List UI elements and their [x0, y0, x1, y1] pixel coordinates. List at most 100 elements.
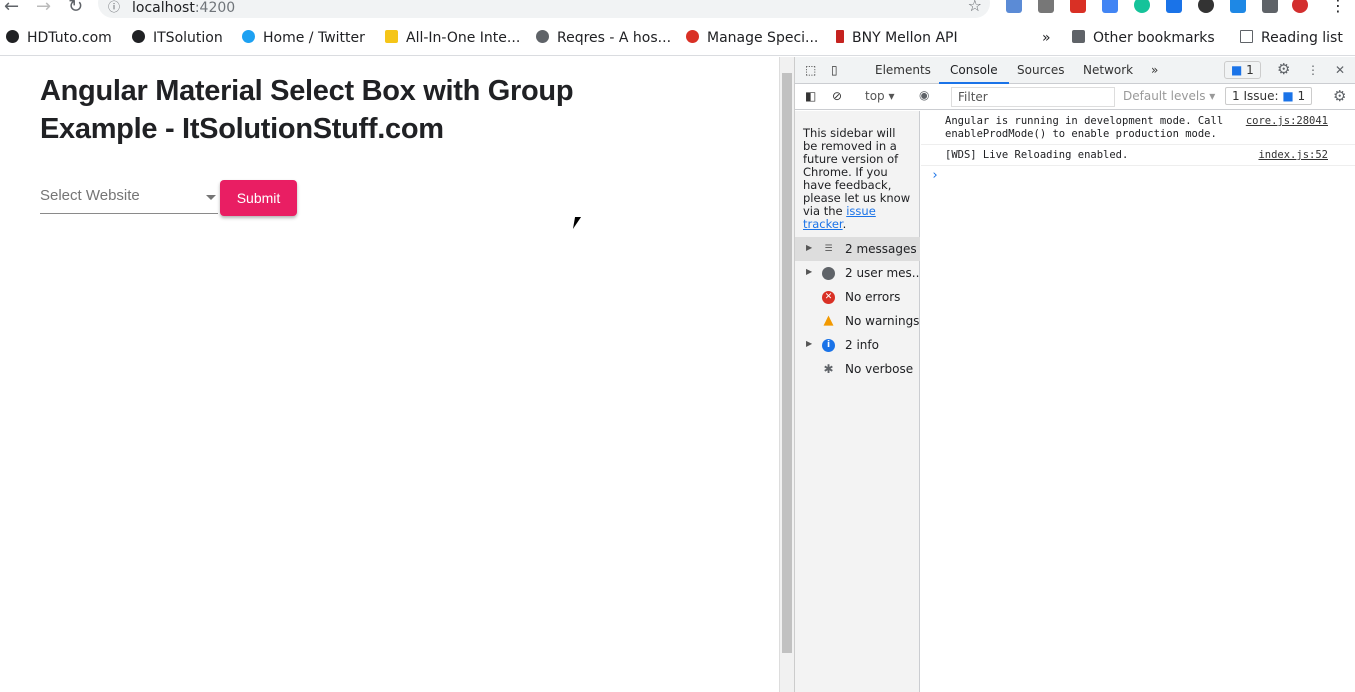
error-icon: ✕ [822, 291, 835, 304]
more-options-icon[interactable]: ⋮ [1307, 63, 1319, 77]
menu-icon[interactable]: ⋮ [1330, 0, 1346, 15]
bookmark-icon [6, 30, 19, 43]
sidebar-toggle-icon[interactable]: ◧ [805, 89, 816, 103]
bookmark-label: All-In-One Inte... [406, 30, 520, 46]
bookmark-label: ITSolution [153, 30, 223, 46]
tab-elements[interactable]: Elements [875, 63, 931, 77]
bookmarks-bar: HDTuto.com ITSolution Home / Twitter All… [0, 22, 1355, 56]
message-text: [WDS] Live Reloading enabled. [945, 149, 1128, 161]
globe-icon [536, 30, 549, 43]
bookmark-label: Reqres - A hos... [557, 30, 671, 46]
sidebar-item-info[interactable]: ▶ i 2 info [795, 333, 920, 357]
issues-button[interactable]: 1 Issue: ■ 1 [1225, 87, 1312, 105]
folder-icon [1072, 30, 1085, 43]
extension-icon[interactable] [1198, 0, 1214, 13]
sidebar-item-label: 2 info [845, 338, 879, 352]
issues-count: 1 [1298, 89, 1306, 103]
clear-console-icon[interactable]: ⊘ [832, 89, 842, 103]
user-icon [822, 267, 835, 280]
extension-icon[interactable] [1038, 0, 1054, 13]
sidebar-item-messages[interactable]: ▶☰2 messages [795, 237, 920, 261]
info-icon: ⓘ [108, 0, 120, 15]
messages-badge[interactable]: ■ 1 [1224, 61, 1261, 79]
star-icon[interactable]: ☆ [968, 0, 982, 15]
sidebar-item-warnings[interactable]: ▲No warnings [795, 309, 920, 333]
levels-label: Default levels [1123, 89, 1205, 103]
profile-avatar[interactable] [1292, 0, 1308, 13]
message-source-link[interactable]: core.js:28041 [1246, 115, 1328, 128]
close-icon[interactable]: ✕ [1335, 63, 1345, 77]
extension-icon[interactable] [1166, 0, 1182, 13]
tab-console[interactable]: Console [939, 63, 1009, 84]
context-label: top [865, 89, 885, 103]
bookmark[interactable]: ITSolution [132, 30, 223, 46]
filter-input[interactable]: Filter [951, 87, 1115, 107]
reading-list-label: Reading list [1261, 30, 1343, 46]
message-source-link[interactable]: index.js:52 [1258, 149, 1328, 162]
extension-icon[interactable] [1006, 0, 1022, 13]
bookmark[interactable]: Home / Twitter [242, 30, 365, 46]
browser-toolbar: ← → ↻ ⓘ localhost:4200 ☆ ⋮ [0, 0, 1355, 22]
sidebar-item-label: 2 messages [845, 242, 917, 256]
more-tabs-icon[interactable]: » [1151, 63, 1158, 77]
extension-icon[interactable] [1102, 0, 1118, 13]
bookmark-icon [132, 30, 145, 43]
submit-button[interactable]: Submit [220, 180, 297, 216]
reload-button[interactable]: ↻ [68, 0, 83, 17]
expand-icon: ▶ [806, 267, 812, 276]
bookmark[interactable]: HDTuto.com [6, 30, 112, 46]
select-website[interactable]: Select Website [40, 187, 218, 214]
puzzle-icon[interactable] [1262, 0, 1278, 13]
sidebar-item-label: No errors [845, 290, 900, 304]
tab-network[interactable]: Network [1083, 63, 1133, 77]
message-text: Angular is running in development mode. … [945, 115, 1223, 140]
back-button[interactable]: ← [4, 0, 19, 17]
other-bookmarks[interactable]: Other bookmarks [1072, 30, 1215, 46]
grammarly-icon[interactable] [1134, 0, 1150, 13]
console-output: Angular is running in development mode. … [921, 111, 1355, 185]
scrollbar-thumb[interactable] [782, 73, 792, 653]
console-sidebar: This sidebar will be removed in a future… [795, 111, 920, 692]
page-content [0, 57, 779, 692]
bookmark-icon [385, 30, 398, 43]
url-host: localhost [132, 0, 195, 16]
reading-list-icon [1240, 30, 1253, 43]
bookmark[interactable]: All-In-One Inte... [385, 30, 520, 46]
bookmark[interactable]: Reqres - A hos... [536, 30, 671, 46]
log-levels-select[interactable]: Default levels ▾ [1123, 89, 1215, 103]
bookmark-label: Manage Speci... [707, 30, 818, 46]
console-toolbar: ◧ ⊘ top ▾ ◉ Filter Default levels ▾ 1 Is… [795, 84, 1355, 110]
sidebar-item-label: No verbose [845, 362, 913, 376]
info-icon: i [822, 339, 835, 352]
address-bar[interactable]: ⓘ localhost:4200 ☆ [98, 0, 990, 18]
reading-list[interactable]: Reading list [1240, 30, 1343, 46]
tab-sources[interactable]: Sources [1017, 63, 1064, 77]
bookmark[interactable]: Manage Speci... [686, 30, 818, 46]
console-prompt[interactable]: › [921, 166, 1355, 185]
bookmark-label: HDTuto.com [27, 30, 112, 46]
sidebar-item-errors[interactable]: ✕ No errors [795, 285, 920, 309]
extension-icon[interactable] [1230, 0, 1246, 13]
other-bookmarks-label: Other bookmarks [1093, 30, 1215, 46]
bookmark[interactable]: BNY Mellon API [836, 30, 958, 46]
page-scrollbar[interactable] [779, 57, 794, 692]
extension-icon[interactable] [1070, 0, 1086, 13]
twitter-icon [242, 30, 255, 43]
sidebar-item-label: No warnings [845, 314, 919, 328]
url-port: :4200 [195, 0, 235, 16]
sidebar-item-user-messages[interactable]: ▶2 user mes... [795, 261, 920, 285]
select-placeholder: Select Website [40, 187, 140, 204]
console-message: [WDS] Live Reloading enabled. index.js:52 [921, 145, 1355, 166]
device-toolbar-icon[interactable]: ▯ [831, 63, 838, 77]
dropdown-arrow-icon [206, 195, 216, 205]
eye-icon[interactable]: ◉ [919, 88, 929, 102]
sidebar-item-verbose[interactable]: ✱ No verbose [795, 357, 920, 381]
expand-icon: ▶ [806, 339, 812, 348]
console-settings-icon[interactable]: ⚙ [1333, 87, 1346, 105]
bookmarks-overflow-button[interactable]: » [1042, 30, 1051, 46]
settings-icon[interactable]: ⚙ [1277, 60, 1290, 78]
forward-button[interactable]: → [36, 0, 51, 17]
inspect-icon[interactable]: ⬚ [805, 63, 816, 77]
bug-icon: ✱ [822, 363, 835, 376]
context-select[interactable]: top ▾ [865, 89, 895, 103]
